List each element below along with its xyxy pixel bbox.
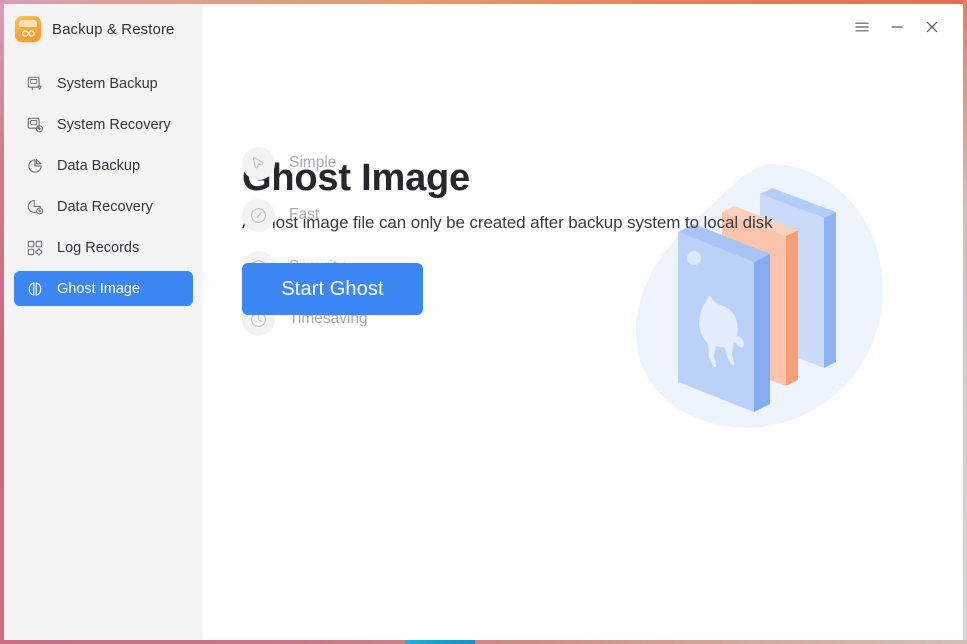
feature-icon-wrap: [242, 146, 275, 180]
feature-label: Simple: [289, 154, 337, 171]
speedometer-icon: [251, 207, 266, 223]
window-border-top: [0, 0, 967, 4]
app-icon-lid: [19, 20, 37, 27]
start-ghost-button[interactable]: Start Ghost: [242, 263, 423, 315]
sidebar: Backup & Restore System Backup System Re…: [4, 4, 203, 640]
grid-squares-icon: [27, 240, 43, 256]
feature-fast: Fast: [242, 189, 412, 241]
cursor-pointer-icon: [252, 156, 264, 168]
close-button[interactable]: [915, 10, 949, 44]
feature-label: Fast: [289, 206, 320, 223]
window-border-right: [963, 0, 967, 644]
ghost-image-panels-icon: [28, 281, 42, 296]
window-border-bottom: [0, 640, 967, 644]
application-window: Backup & Restore System Backup System Re…: [0, 0, 967, 644]
sidebar-item-data-backup[interactable]: Data Backup: [14, 148, 193, 183]
monitor-recovery-icon: [27, 117, 44, 132]
app-brand: Backup & Restore: [4, 4, 203, 54]
hamburger-menu-icon: [855, 22, 869, 32]
content-wrap: Ghost Image A ghost image file can only …: [203, 4, 963, 640]
main-panel: Ghost Image A ghost image file can only …: [203, 4, 963, 640]
sidebar-item-data-recovery[interactable]: Data Recovery: [14, 189, 193, 224]
minimize-icon: [891, 26, 903, 28]
close-icon: [926, 21, 938, 33]
sidebar-item-label: Data Backup: [57, 157, 141, 174]
sidebar-item-label: System Backup: [57, 75, 158, 92]
app-icon-sync-glyph: [21, 30, 35, 37]
pie-chart-recovery-icon: [27, 199, 44, 214]
feature-icon-wrap: [242, 198, 275, 232]
backup-app-icon: [15, 16, 41, 42]
sidebar-item-system-backup[interactable]: System Backup: [14, 66, 193, 101]
window-border-left: [0, 0, 4, 644]
window-border-bottom-accent: [405, 640, 475, 644]
sidebar-nav: System Backup System Recovery Data Backu…: [4, 66, 203, 306]
app-title: Backup & Restore: [52, 20, 175, 38]
sidebar-item-label: Ghost Image: [57, 280, 141, 297]
feature-simple: Simple: [242, 137, 412, 189]
menu-button[interactable]: [845, 10, 879, 44]
sidebar-item-ghost-image[interactable]: Ghost Image: [14, 271, 193, 306]
window-controls: [845, 4, 963, 50]
window-body: Backup & Restore System Backup System Re…: [4, 4, 963, 640]
monitor-backup-icon: [27, 76, 42, 90]
sidebar-item-log-records[interactable]: Log Records: [14, 230, 193, 265]
pie-chart-backup-icon: [28, 158, 42, 173]
sidebar-item-label: Data Recovery: [57, 198, 153, 215]
sidebar-item-label: System Recovery: [57, 116, 171, 133]
sidebar-item-system-recovery[interactable]: System Recovery: [14, 107, 193, 142]
minimize-button[interactable]: [880, 10, 914, 44]
sidebar-item-label: Log Records: [57, 239, 140, 256]
